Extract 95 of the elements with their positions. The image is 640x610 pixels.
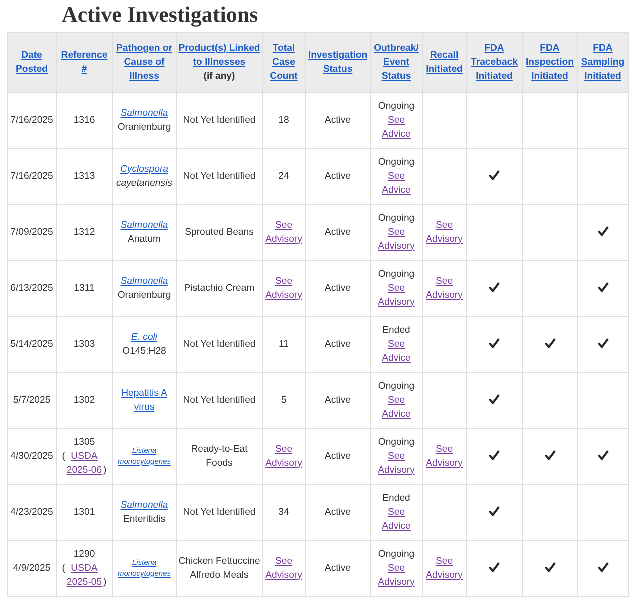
product-cell: Chicken Fettuccine Alfredo Meals <box>176 540 262 596</box>
status-cell: Active <box>306 316 370 372</box>
advice-link[interactable]: See Advisory <box>378 226 415 254</box>
date-cell: 7/16/2025 <box>8 148 56 204</box>
pathogen-detail: cayetanensis <box>116 176 174 190</box>
status-cell: Active <box>306 148 370 204</box>
case-count-cell: 34 <box>262 484 306 540</box>
check-icon <box>489 506 500 518</box>
check-icon <box>544 338 556 350</box>
reference-number: 1312 <box>56 204 112 260</box>
check-icon <box>489 394 500 406</box>
reference-number: 1311 <box>56 260 112 316</box>
parenthesis: ( <box>62 450 66 464</box>
column-header-link[interactable]: Product(s) Linked to Illnesses <box>178 42 261 70</box>
product-cell: Pistachio Cream <box>176 260 262 316</box>
status-cell: Active <box>306 204 370 260</box>
product-cell: Not Yet Identified <box>176 316 262 372</box>
check-icon <box>489 170 500 182</box>
pathogen-detail: Oranienburg <box>116 120 172 134</box>
case-count-cell: 11 <box>262 316 306 372</box>
date-cell: 4/30/2025 <box>8 428 56 484</box>
case-count-cell: 18 <box>262 92 306 148</box>
check-icon <box>544 450 556 462</box>
product-cell: Not Yet Identified <box>176 148 262 204</box>
check-icon <box>598 562 608 574</box>
outbreak-status: Ongoing <box>377 548 416 562</box>
reference-number: 1313 <box>56 148 112 204</box>
usda-reference-link[interactable]: USDA 2025-05 <box>66 562 104 590</box>
reference-number: 1290 <box>72 548 96 562</box>
date-cell: 6/13/2025 <box>8 260 56 316</box>
product-cell: Sprouted Beans <box>176 204 262 260</box>
product-cell: Not Yet Identified <box>176 372 262 428</box>
reference-number: 1303 <box>56 316 112 372</box>
advice-link[interactable]: See Advisory <box>378 282 415 310</box>
pathogen-link[interactable]: Cyclospora <box>120 162 168 176</box>
check-icon <box>489 282 500 294</box>
pathogen-link[interactable]: Salmonella <box>120 498 168 512</box>
advice-link[interactable]: See Advice <box>382 338 411 366</box>
column-header-note: (if any) <box>202 70 236 84</box>
status-cell: Active <box>306 260 370 316</box>
check-icon <box>489 450 500 462</box>
check-icon <box>489 562 500 574</box>
advice-link[interactable]: See Advice <box>382 170 411 198</box>
outbreak-status: Ended <box>382 492 412 506</box>
advice-link[interactable]: See Advice <box>382 114 411 142</box>
reference-number: 1316 <box>56 92 112 148</box>
date-cell: 7/16/2025 <box>8 92 56 148</box>
reference-number: 1301 <box>56 484 112 540</box>
outbreak-status: Ongoing <box>377 380 416 394</box>
status-cell: Active <box>306 92 370 148</box>
pathogen-detail: Oranienburg <box>116 288 172 302</box>
outbreak-status: Ongoing <box>377 436 416 450</box>
check-icon <box>544 562 556 574</box>
parenthesis: ( <box>62 562 66 576</box>
reference-number: 1305 <box>72 436 96 450</box>
product-cell: Not Yet Identified <box>176 484 262 540</box>
advice-link[interactable]: See Advisory <box>378 562 415 590</box>
status-cell: Active <box>306 428 370 484</box>
pathogen-link[interactable]: Salmonella <box>120 218 168 232</box>
date-cell: 4/23/2025 <box>8 484 56 540</box>
reference-number: 1302 <box>56 372 112 428</box>
pathogen-link[interactable]: Salmonella <box>120 106 168 120</box>
check-icon <box>598 282 608 294</box>
pathogen-link[interactable]: E. coli <box>131 330 158 344</box>
parenthesis: ) <box>104 576 107 590</box>
usda-reference-link[interactable]: USDA 2025-06 <box>66 450 104 478</box>
pathogen-link[interactable]: Salmonella <box>120 274 168 288</box>
advice-link[interactable]: See Advisory <box>378 450 415 478</box>
outbreak-status: Ongoing <box>377 212 416 226</box>
case-count-cell: 24 <box>262 148 306 204</box>
check-icon <box>598 338 608 350</box>
page-title: Active Investigations <box>62 1 258 28</box>
date-cell: 4/9/2025 <box>8 540 56 596</box>
status-cell: Active <box>306 540 370 596</box>
pathogen-detail: O145:H28 <box>122 344 168 358</box>
pathogen-detail: Enteritidis <box>122 512 167 526</box>
check-icon <box>598 226 608 238</box>
date-cell: 5/7/2025 <box>8 372 56 428</box>
product-cell: Not Yet Identified <box>176 92 262 148</box>
parenthesis: ) <box>104 464 107 478</box>
pathogen-detail: Anatum <box>126 232 162 246</box>
case-count-cell: 5 <box>262 372 306 428</box>
date-cell: 7/09/2025 <box>8 204 56 260</box>
status-cell: Active <box>306 372 370 428</box>
outbreak-status: Ended <box>382 324 412 338</box>
outbreak-status: Ongoing <box>377 100 416 114</box>
advice-link[interactable]: See Advice <box>382 394 411 422</box>
status-cell: Active <box>306 484 370 540</box>
product-cell: Ready-to-Eat Foods <box>176 428 262 484</box>
advice-link[interactable]: See Advice <box>382 506 411 534</box>
check-icon <box>598 450 608 462</box>
date-cell: 5/14/2025 <box>8 316 56 372</box>
outbreak-status: Ongoing <box>377 268 416 282</box>
outbreak-status: Ongoing <box>377 156 416 170</box>
check-icon <box>489 338 500 350</box>
